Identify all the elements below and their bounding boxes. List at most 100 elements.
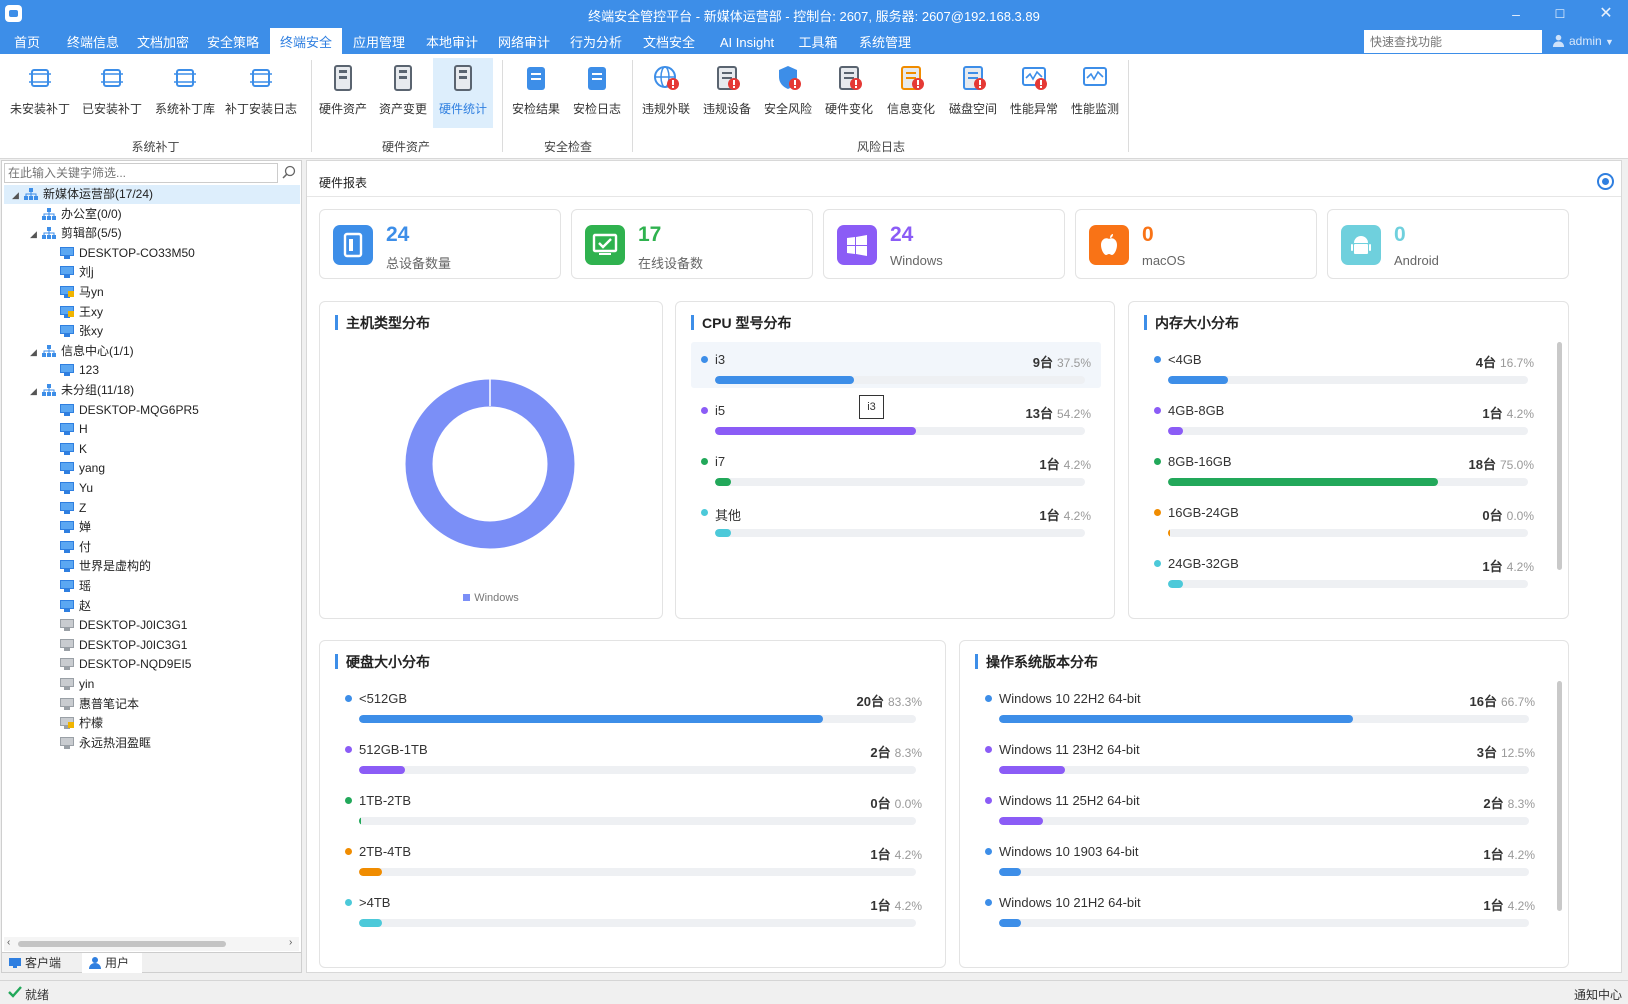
- ribbon-button-8[interactable]: 安检日志: [566, 58, 628, 128]
- vertical-scrollbar[interactable]: [1557, 342, 1562, 570]
- distribution-row[interactable]: 4GB-8GB 1台 4.2%: [1144, 393, 1544, 439]
- distribution-row[interactable]: Windows 11 23H2 64-bit 3台 12.5%: [975, 732, 1545, 778]
- distribution-row[interactable]: Windows 10 22H2 64-bit 16台 66.7%: [975, 681, 1545, 727]
- tree-node[interactable]: DESKTOP-MQG6PR5: [48, 401, 199, 420]
- scroll-left-icon[interactable]: ‹: [7, 937, 10, 948]
- expand-arrow-icon[interactable]: ◢: [30, 225, 42, 244]
- menu-tab-4[interactable]: 终端安全: [270, 28, 342, 54]
- user-menu[interactable]: admin ▼: [1552, 34, 1614, 48]
- menu-tab-12[interactable]: 系统管理: [848, 28, 922, 54]
- distribution-row[interactable]: 24GB-32GB 1台 4.2%: [1144, 546, 1544, 592]
- tree-node[interactable]: 柠檬: [48, 714, 103, 733]
- expand-arrow-icon[interactable]: ◢: [30, 343, 42, 362]
- expand-arrow-icon[interactable]: ◢: [30, 382, 42, 401]
- tree-filter-input[interactable]: [4, 163, 278, 183]
- ribbon-button-6[interactable]: 硬件统计: [433, 58, 493, 128]
- notification-center-link[interactable]: 通知中心: [1574, 986, 1622, 1003]
- tree-node[interactable]: DESKTOP-NQD9EI5: [48, 655, 191, 674]
- ribbon-button-11[interactable]: 安全风险: [758, 58, 818, 128]
- distribution-row[interactable]: <4GB 4台 16.7%: [1144, 342, 1544, 388]
- ribbon-button-3[interactable]: 补丁安装日志: [222, 58, 300, 128]
- tree-node[interactable]: 刘j: [48, 263, 94, 282]
- distribution-row[interactable]: 16GB-24GB 0台 0.0%: [1144, 495, 1544, 541]
- ribbon-button-13[interactable]: 信息变化: [880, 58, 942, 128]
- menu-tab-10[interactable]: AI Insight: [706, 28, 788, 54]
- horizontal-scrollbar[interactable]: ‹ ›: [4, 937, 299, 951]
- distribution-row[interactable]: 2TB-4TB 1台 4.2%: [335, 834, 932, 880]
- tab-users[interactable]: 用户: [82, 953, 142, 973]
- tree-node[interactable]: 惠普笔记本: [48, 695, 139, 714]
- tree-node[interactable]: DESKTOP-J0IC3G1: [48, 636, 187, 655]
- menu-tab-0[interactable]: 首页: [0, 28, 54, 54]
- distribution-row[interactable]: 8GB-16GB 18台 75.0%: [1144, 444, 1544, 490]
- tree-node[interactable]: DESKTOP-J0IC3G1: [48, 616, 187, 635]
- menu-tab-6[interactable]: 本地审计: [416, 28, 488, 54]
- distribution-row[interactable]: Windows 10 1903 64-bit 1台 4.2%: [975, 834, 1545, 880]
- tree-node[interactable]: yang: [48, 459, 105, 478]
- ribbon-button-12[interactable]: 硬件变化: [818, 58, 880, 128]
- ribbon-button-16[interactable]: 性能监测: [1064, 58, 1126, 128]
- tree-node[interactable]: ◢ 剪辑部(5/5): [30, 224, 122, 243]
- tree-node[interactable]: 马yn: [48, 283, 104, 302]
- distribution-row[interactable]: <512GB 20台 83.3%: [335, 681, 932, 727]
- menu-tab-7[interactable]: 网络审计: [488, 28, 560, 54]
- distribution-row[interactable]: 1TB-2TB 0台 0.0%: [335, 783, 932, 829]
- tree-node[interactable]: 瑶: [48, 577, 91, 596]
- tree-node[interactable]: 婵: [48, 518, 91, 537]
- scrollbar-thumb[interactable]: [18, 941, 226, 947]
- distribution-row[interactable]: i5 13台 54.2%: [691, 393, 1101, 439]
- ribbon-button-2[interactable]: 系统补丁库: [148, 58, 222, 128]
- expand-arrow-icon[interactable]: ◢: [12, 186, 24, 205]
- donut-slice-windows[interactable]: [405, 379, 575, 549]
- ribbon-button-15[interactable]: 性能异常: [1004, 58, 1064, 128]
- menu-tab-5[interactable]: 应用管理: [342, 28, 416, 54]
- refresh-icon[interactable]: [1597, 173, 1614, 190]
- tree-node[interactable]: ◢ 新媒体运营部(17/24): [4, 185, 300, 204]
- ribbon-button-14[interactable]: 磁盘空间: [942, 58, 1004, 128]
- tree-node[interactable]: K: [48, 440, 87, 459]
- tab-clients[interactable]: 客户端: [2, 953, 80, 973]
- tree-node[interactable]: 永远热泪盈眶: [48, 734, 151, 753]
- ribbon-button-9[interactable]: 违规外联: [636, 58, 696, 128]
- tree-node[interactable]: 张xy: [48, 322, 103, 341]
- tree-node[interactable]: H: [48, 420, 88, 439]
- ribbon-button-7[interactable]: 安检结果: [506, 58, 566, 128]
- tree-node[interactable]: DESKTOP-CO33M50: [48, 244, 195, 263]
- ribbon-button-5[interactable]: 资产变更: [373, 58, 433, 128]
- scroll-right-icon[interactable]: ›: [289, 937, 292, 948]
- tree-node[interactable]: 赵: [48, 597, 91, 616]
- distribution-row[interactable]: Windows 11 25H2 64-bit 2台 8.3%: [975, 783, 1545, 829]
- menu-tab-9[interactable]: 文档安全: [632, 28, 706, 54]
- minimize-button[interactable]: –: [1506, 4, 1526, 24]
- close-button[interactable]: ✕: [1596, 4, 1616, 24]
- distribution-row[interactable]: 其他 1台 4.2%: [691, 495, 1101, 541]
- maximize-button[interactable]: ☐: [1550, 4, 1570, 24]
- tree-node[interactable]: Yu: [48, 479, 93, 498]
- tree-node[interactable]: Z: [48, 499, 86, 518]
- ribbon-button-4[interactable]: 硬件资产: [313, 58, 373, 128]
- vertical-scrollbar[interactable]: [1557, 681, 1562, 911]
- menu-tab-2[interactable]: 文档加密: [124, 28, 202, 54]
- distribution-row[interactable]: >4TB 1台 4.2%: [335, 885, 932, 931]
- distribution-row[interactable]: i3 9台 37.5%: [691, 342, 1101, 388]
- distribution-row[interactable]: i7 1台 4.2%: [691, 444, 1101, 490]
- menu-tab-8[interactable]: 行为分析: [560, 28, 632, 54]
- search-icon[interactable]: [280, 164, 298, 182]
- tree-node[interactable]: 付: [48, 538, 91, 557]
- menu-tab-1[interactable]: 终端信息: [54, 28, 132, 54]
- menu-tab-3[interactable]: 安全策略: [196, 28, 270, 54]
- tree-node[interactable]: 123: [48, 361, 99, 380]
- ribbon-button-10[interactable]: 违规设备: [696, 58, 758, 128]
- distribution-row[interactable]: Windows 10 21H2 64-bit 1台 4.2%: [975, 885, 1545, 931]
- menu-tab-11[interactable]: 工具箱: [788, 28, 848, 54]
- tree-node[interactable]: yin: [48, 675, 94, 694]
- ribbon-button-1[interactable]: 已安装补丁: [76, 58, 148, 128]
- ribbon-button-0[interactable]: 未安装补丁: [4, 58, 76, 128]
- tree-node[interactable]: ◢ 未分组(11/18): [30, 381, 134, 400]
- quick-search-input[interactable]: [1364, 30, 1542, 53]
- tree-node[interactable]: 办公室(0/0): [30, 205, 122, 224]
- tree-node[interactable]: 王xy: [48, 303, 103, 322]
- tree-node[interactable]: ◢ 信息中心(1/1): [30, 342, 134, 361]
- distribution-row[interactable]: 512GB-1TB 2台 8.3%: [335, 732, 932, 778]
- tree-node[interactable]: 世界是虚构的: [48, 557, 151, 576]
